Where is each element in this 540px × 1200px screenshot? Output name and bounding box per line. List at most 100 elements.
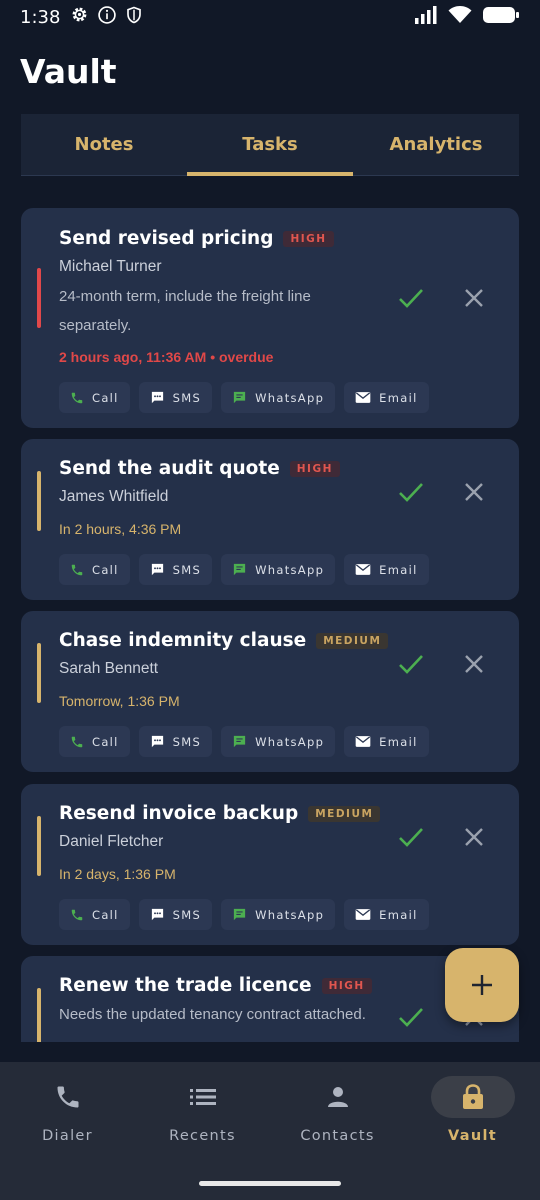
phone-icon [71, 564, 83, 575]
sms-button[interactable]: SMS [138, 382, 213, 413]
close-icon [465, 483, 483, 501]
sms-icon [151, 563, 163, 576]
close-icon [465, 655, 483, 673]
task-title: Chase indemnity clause [59, 630, 307, 651]
tab-tasks[interactable]: Tasks [187, 114, 353, 176]
status-bar: 1:38 [0, 0, 540, 34]
nav-vault[interactable]: Vault [405, 1062, 540, 1200]
sms-button[interactable]: SMS [138, 554, 213, 585]
email-label: Email [379, 907, 418, 922]
phone-icon [71, 909, 83, 920]
close-icon [465, 289, 483, 307]
contact-actions: Call SMS WhatsApp Email [59, 554, 429, 585]
tab-notes[interactable]: Notes [21, 114, 187, 175]
task-contact: Michael Turner [59, 258, 162, 275]
email-button[interactable]: Email [344, 554, 429, 585]
call-label: Call [92, 907, 119, 922]
whatsapp-label: WhatsApp [255, 734, 325, 749]
call-button[interactable]: Call [59, 726, 130, 757]
priority-badge: HIGH [321, 977, 372, 994]
email-label: Email [379, 390, 418, 405]
nav-contacts[interactable]: Contacts [270, 1062, 405, 1200]
email-icon [355, 392, 371, 403]
nav-recents[interactable]: Recents [135, 1062, 270, 1200]
priority-badge: MEDIUM [308, 805, 381, 822]
call-label: Call [92, 562, 119, 577]
complete-task-button[interactable] [396, 283, 426, 313]
priority-badge: HIGH [289, 460, 340, 477]
person-icon [327, 1087, 348, 1107]
whatsapp-button[interactable]: WhatsApp [221, 726, 336, 757]
nav-label: Recents [169, 1128, 236, 1144]
task-title: Send the audit quote [59, 458, 280, 479]
shield-icon [125, 5, 143, 30]
email-icon [355, 736, 371, 747]
nav-label: Vault [448, 1128, 497, 1144]
task-card[interactable]: Send revised pricing HIGH Michael Turner… [21, 208, 519, 428]
dismiss-task-button[interactable] [459, 283, 489, 313]
check-icon [399, 289, 423, 308]
whatsapp-label: WhatsApp [255, 562, 325, 577]
sms-icon [151, 391, 163, 404]
task-title-row: Send revised pricing HIGH [59, 228, 334, 249]
tab-analytics[interactable]: Analytics [353, 114, 519, 175]
email-button[interactable]: Email [344, 382, 429, 413]
nav-label: Dialer [42, 1128, 93, 1144]
dismiss-task-button[interactable] [459, 822, 489, 852]
task-due-date: In 2 hours, 4:36 PM [59, 521, 182, 537]
task-title: Send revised pricing [59, 228, 274, 249]
call-button[interactable]: Call [59, 382, 130, 413]
task-title-row: Chase indemnity clause MEDIUM [59, 630, 389, 651]
complete-task-button[interactable] [396, 477, 426, 507]
dismiss-task-button[interactable] [459, 649, 489, 679]
status-time: 1:38 [20, 6, 61, 28]
check-icon [399, 483, 423, 502]
battery-icon [482, 5, 520, 30]
whatsapp-button[interactable]: WhatsApp [221, 899, 336, 930]
list-icon [189, 1089, 216, 1105]
task-contact: Sarah Bennett [59, 660, 159, 677]
sms-label: SMS [172, 734, 202, 749]
check-icon [399, 1008, 423, 1027]
complete-task-button[interactable] [396, 822, 426, 852]
task-contact: James Whitfield [59, 488, 169, 505]
whatsapp-icon [233, 391, 246, 404]
task-card[interactable]: Resend invoice backup MEDIUM Daniel Flet… [21, 784, 519, 945]
complete-task-button[interactable] [396, 1002, 426, 1032]
task-list[interactable]: Send revised pricing HIGH Michael Turner… [0, 192, 540, 1042]
home-indicator[interactable] [199, 1181, 341, 1186]
task-note: Needs the updated tenancy contract attac… [59, 1006, 366, 1023]
task-title: Renew the trade licence [59, 975, 312, 996]
call-button[interactable]: Call [59, 554, 130, 585]
task-due-date: 2 hours ago, 11:36 AM • overdue [59, 349, 274, 365]
call-button[interactable]: Call [59, 899, 130, 930]
email-button[interactable]: Email [344, 726, 429, 757]
phone-icon [57, 1086, 78, 1108]
task-card[interactable]: Chase indemnity clause MEDIUM Sarah Benn… [21, 611, 519, 772]
task-card[interactable]: Send the audit quote HIGH James Whitfiel… [21, 439, 519, 600]
sms-button[interactable]: SMS [138, 899, 213, 930]
email-label: Email [379, 562, 418, 577]
nav-dialer[interactable]: Dialer [0, 1062, 135, 1200]
email-icon [355, 564, 371, 575]
whatsapp-button[interactable]: WhatsApp [221, 554, 336, 585]
dismiss-task-button[interactable] [459, 477, 489, 507]
whatsapp-label: WhatsApp [255, 390, 325, 405]
contact-actions: Call SMS WhatsApp Email [59, 382, 429, 413]
email-button[interactable]: Email [344, 899, 429, 930]
settings-gear-icon [70, 5, 89, 29]
email-icon [355, 909, 371, 920]
complete-task-button[interactable] [396, 649, 426, 679]
add-task-button[interactable] [445, 948, 519, 1022]
whatsapp-button[interactable]: WhatsApp [221, 382, 336, 413]
check-icon [399, 828, 423, 847]
info-icon [97, 5, 117, 30]
sms-button[interactable]: SMS [138, 726, 213, 757]
bottom-navigation: Dialer Recents Contacts Vault [0, 1062, 540, 1200]
email-label: Email [379, 734, 418, 749]
check-icon [399, 655, 423, 674]
page-title: Vault [20, 52, 117, 91]
priority-accent-bar [37, 988, 41, 1042]
close-icon [465, 828, 483, 846]
phone-icon [71, 736, 83, 747]
